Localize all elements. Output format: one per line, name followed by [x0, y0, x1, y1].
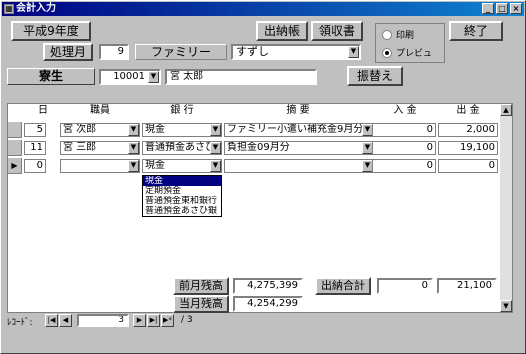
preview-radio[interactable] [382, 48, 392, 58]
student-name-field: 宮 太郎 [165, 69, 317, 85]
dropdown-option[interactable]: 普通預金東和銀行 [143, 196, 221, 206]
sum-expense-value: 21,100 [437, 278, 497, 294]
chevron-down-icon[interactable]: ▼ [148, 71, 159, 83]
income-cell[interactable]: 0 [372, 123, 436, 137]
bank-value: 現金 [145, 124, 165, 135]
dorm-label: 寮生 [7, 68, 95, 85]
student-id: 10001 [113, 71, 145, 82]
chevron-down-icon[interactable]: ▼ [128, 142, 139, 154]
chevron-down-icon[interactable]: ▼ [128, 160, 139, 172]
expense-cell[interactable]: 2,000 [438, 123, 498, 137]
ledger-button[interactable]: 出納帳 [256, 21, 308, 41]
col-staff-header: 職員 [90, 105, 110, 116]
maximize-button[interactable]: □ [496, 3, 508, 14]
title-bar: ▦ 会計入力 _ □ × [2, 2, 524, 16]
family-combo[interactable]: すずし ▼ [231, 44, 361, 60]
print-radio[interactable] [382, 30, 392, 40]
sum-label: 出納合計 [315, 277, 371, 295]
expense-cell[interactable]: 0 [438, 159, 498, 173]
expense-cell[interactable]: 19,100 [438, 141, 498, 155]
transfer-button[interactable]: 振替え [347, 66, 403, 86]
day-cell[interactable]: 5 [24, 123, 46, 137]
bank-value: 普通預金あさひ [145, 142, 215, 153]
app-icon: ▦ [4, 4, 14, 14]
desc-cell[interactable]: 負担金09月分 ▼ [224, 141, 374, 155]
bank-dropdown-list[interactable]: 現金 定期預金 普通預金東和銀行 普通預金あさひ銀 [142, 175, 222, 217]
bank-value: 現金 [145, 160, 165, 171]
close-button[interactable]: × [510, 3, 522, 14]
col-day-header: 日 [38, 105, 48, 116]
income-cell[interactable]: 0 [372, 141, 436, 155]
desc-value: ファミリー小遣い補充金9月分 [227, 124, 364, 135]
day-cell[interactable]: 0 [24, 159, 46, 173]
student-id-combo[interactable]: 10001 ▼ [99, 69, 161, 85]
fiscal-year-button[interactable]: 平成9年度 [11, 21, 91, 41]
current-balance-value: 4,254,299 [233, 296, 303, 312]
vertical-scrollbar[interactable]: ▲ ▼ [500, 104, 512, 312]
col-income-header: 入 金 [393, 105, 417, 116]
minimize-button[interactable]: _ [482, 3, 494, 14]
desc-cell[interactable]: ▼ [224, 159, 374, 173]
next-record-icon[interactable]: ▶ [133, 314, 146, 327]
preview-radio-label: プレビュ [396, 49, 433, 59]
row-selector[interactable] [8, 122, 22, 138]
sum-income-value: 0 [377, 278, 433, 294]
row-selector[interactable] [8, 140, 22, 156]
record-number-field[interactable]: 3 [77, 314, 129, 327]
bank-cell[interactable]: 現金 ▼ [142, 159, 222, 173]
print-radio-label: 印刷 [396, 31, 415, 41]
staff-value: 宮 次郎 [63, 124, 97, 135]
income-cell[interactable]: 0 [372, 159, 436, 173]
prev-balance-label: 前月残高 [173, 277, 229, 295]
day-cell[interactable]: 11 [24, 141, 46, 155]
col-expense-header: 出 金 [456, 105, 480, 116]
staff-cell[interactable]: 宮 次郎 ▼ [60, 123, 140, 137]
dropdown-option[interactable]: 定期預金 [143, 186, 221, 196]
record-total: / 3 [181, 315, 193, 325]
desc-cell[interactable]: ファミリー小遣い補充金9月分 ▼ [224, 123, 374, 137]
family-label: ファミリー [135, 44, 227, 60]
dropdown-option[interactable]: 普通預金あさひ銀 [143, 206, 221, 216]
exit-button[interactable]: 終了 [449, 21, 503, 41]
staff-value: 宮 三郎 [63, 142, 97, 153]
chevron-down-icon[interactable]: ▼ [210, 124, 221, 136]
col-desc-header: 摘 要 [286, 105, 310, 116]
bank-cell[interactable]: 現金 ▼ [142, 123, 222, 137]
family-value: すずし [236, 45, 269, 58]
output-option-group: 印刷 プレビュ [375, 23, 445, 63]
staff-cell[interactable]: ▼ [60, 159, 140, 173]
receipt-button[interactable]: 領収書 [311, 21, 363, 41]
desc-value: 負担金09月分 [227, 142, 290, 153]
record-label: ﾚｺｰﾄﾞ: [7, 318, 33, 328]
scroll-down-icon[interactable]: ▼ [500, 300, 512, 312]
prev-record-icon[interactable]: ◀ [59, 314, 72, 327]
staff-cell[interactable]: 宮 三郎 ▼ [60, 141, 140, 155]
app-window: ▦ 会計入力 _ □ × 平成9年度 処理月 9 ファミリー すずし ▼ 出納帳… [0, 0, 526, 354]
chevron-down-icon[interactable]: ▼ [210, 160, 221, 172]
last-record-icon[interactable]: ▶| [147, 314, 160, 327]
new-record-icon[interactable]: ▶* [161, 314, 174, 327]
current-balance-label: 当月残高 [173, 295, 229, 313]
month-field[interactable]: 9 [99, 44, 129, 60]
current-row-indicator[interactable]: ▶ [8, 158, 22, 174]
col-bank-header: 銀 行 [170, 105, 194, 116]
first-record-icon[interactable]: |◀ [45, 314, 58, 327]
chevron-down-icon[interactable]: ▼ [128, 124, 139, 136]
chevron-down-icon[interactable]: ▼ [348, 46, 359, 58]
dropdown-option[interactable]: 現金 [143, 176, 221, 186]
month-label: 処理月 [43, 43, 93, 61]
chevron-down-icon[interactable]: ▼ [210, 142, 221, 154]
window-title: 会計入力 [16, 3, 56, 14]
prev-balance-value: 4,275,399 [233, 278, 303, 294]
bank-cell[interactable]: 普通預金あさひ ▼ [142, 141, 222, 155]
scroll-up-icon[interactable]: ▲ [500, 104, 512, 116]
